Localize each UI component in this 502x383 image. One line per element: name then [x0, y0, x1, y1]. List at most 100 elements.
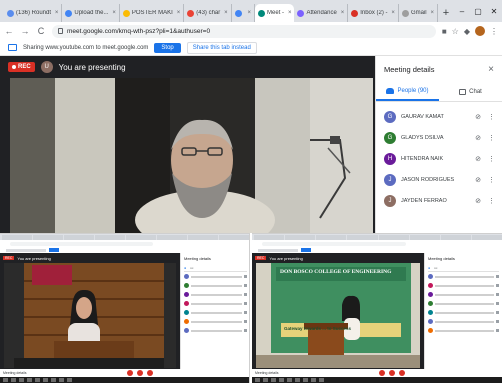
meeting-details-panel: Meeting details × People (90) Chat G GAUR… [375, 56, 502, 233]
browser-tab[interactable]: Inbox (2) - × [348, 4, 399, 22]
chat-icon [459, 88, 467, 95]
participant-avatar: G [384, 110, 396, 123]
college-banner-text: DON BOSCO COLLEGE OF ENGINEERING [280, 269, 392, 275]
extension-icon[interactable]: ◆ [464, 27, 470, 36]
tab-favicon-icon [351, 9, 359, 17]
participant-name: JAYDEN FERRAO [401, 197, 447, 204]
tab-favicon-icon [258, 9, 266, 17]
participant-row[interactable]: J JAYDEN FERRAO ⊘ ⋮ [376, 190, 502, 211]
mini-address-bar [0, 240, 249, 247]
reload-icon[interactable]: C [36, 26, 46, 36]
tab-title: POSTER MAKI [131, 10, 173, 16]
mini-recording-badge: REC [255, 256, 267, 260]
speaker-video-frame [10, 78, 373, 233]
mini-meet-header: REC You are presenting [0, 253, 180, 263]
mini-meet-stage: REC You are presenting DON BOSCO COLLEGE… [252, 253, 424, 370]
mini-address-bar [252, 240, 502, 247]
maximize-icon[interactable]: ▢ [470, 7, 486, 16]
tab-favicon-icon [65, 9, 73, 17]
participant-row[interactable]: H HITENDRA NAIK ⊘ ⋮ [376, 148, 502, 169]
mini-mic-icon[interactable] [127, 370, 134, 376]
tab-close-icon[interactable]: × [177, 10, 181, 16]
browser-tab[interactable]: × [231, 4, 256, 22]
star-icon[interactable]: ☆ [452, 27, 459, 36]
participant-name: GAURAV KAMAT [401, 113, 444, 120]
more-options-icon[interactable]: ⋮ [488, 113, 495, 121]
screen-share-icon [8, 44, 17, 51]
tab-favicon-icon [234, 9, 242, 17]
mic-off-icon: ⊘ [475, 134, 481, 142]
mini-taskbar-left [0, 377, 249, 383]
more-options-icon[interactable]: ⋮ [488, 176, 495, 184]
tab-people-label: People (90) [397, 87, 429, 94]
tab-close-icon[interactable]: × [288, 10, 292, 16]
mini-camera-icon[interactable] [147, 370, 154, 376]
college-stage-video [256, 263, 420, 368]
close-window-icon[interactable]: ✕ [486, 7, 502, 16]
tab-close-icon[interactable]: × [430, 10, 434, 16]
browser-tab[interactable]: Gmail × [398, 4, 438, 22]
mini-end-call-icon[interactable] [137, 370, 144, 376]
new-tab-button[interactable]: + [438, 4, 454, 22]
tab-title: (136) Roundt [16, 10, 52, 16]
mini-video-right: DON BOSCO COLLEGE OF ENGINEERING Gateway… [256, 263, 420, 368]
more-options-icon[interactable]: ⋮ [488, 197, 495, 205]
browser-tab[interactable]: (43) char × [184, 4, 232, 22]
camera-icon[interactable]: ■ [442, 27, 447, 36]
share-this-tab-button[interactable]: Share this tab instead [186, 41, 257, 54]
meet-header: REC U You are presenting [0, 56, 375, 78]
tab-close-icon[interactable]: × [55, 10, 59, 16]
menu-icon[interactable]: ⋮ [490, 27, 498, 36]
browser-tab[interactable]: Attendance × [294, 4, 349, 22]
tab-close-icon[interactable]: × [391, 10, 395, 16]
window-controls: – ▢ ✕ [454, 0, 502, 22]
tab-chat-label: Chat [469, 88, 482, 95]
bottom-right-screenshot: REC You are presenting DON BOSCO COLLEGE… [252, 233, 502, 383]
tab-title: Meet - [267, 10, 285, 16]
mini-mic-icon[interactable] [379, 370, 386, 376]
profile-avatar[interactable] [475, 26, 485, 36]
more-options-icon[interactable]: ⋮ [488, 134, 495, 142]
mini-meeting-bar-left: Meeting details [0, 369, 249, 377]
panel-title: Meeting details [384, 64, 435, 74]
browser-tab[interactable]: Upload the... × [62, 4, 120, 22]
mic-off-icon: ⊘ [475, 113, 481, 121]
mini-camera-icon[interactable] [399, 370, 406, 376]
tab-people[interactable]: People (90) [376, 82, 439, 101]
tab-close-icon[interactable]: × [248, 10, 252, 16]
address-bar[interactable]: meet.google.com/kmq-wth-psz?pli=1&authus… [52, 24, 436, 38]
mini-panel-title: Meeting details [184, 256, 211, 261]
participant-row[interactable]: J JASON RODRIGUES ⊘ ⋮ [376, 169, 502, 190]
browser-tabstrip: (136) Roundt × Upload the... × POSTER MAKI ×(… [0, 0, 502, 22]
lock-icon [58, 28, 63, 34]
browser-tab[interactable]: Meet - × [255, 4, 295, 22]
record-dot-icon [12, 65, 16, 69]
tab-favicon-icon [187, 9, 195, 17]
presentation-video [10, 78, 373, 233]
tab-close-icon[interactable]: × [112, 10, 116, 16]
mini-end-call-icon[interactable] [389, 370, 396, 376]
college-banner-subtext: Gateway towards ... to Success [284, 326, 352, 331]
participant-avatar: G [384, 131, 396, 144]
tab-close-icon[interactable]: × [224, 10, 228, 16]
share-message: Sharing www.youtube.com to meet.google.c… [23, 44, 149, 51]
stop-sharing-button[interactable]: Stop [154, 42, 181, 53]
mini-video-left [4, 263, 176, 368]
speaker-woman-video [4, 263, 176, 368]
mini-panel-tabs: ● ▭ [184, 264, 247, 272]
mini-taskbar-right [252, 377, 502, 383]
browser-tab[interactable]: (136) Roundt × [4, 4, 63, 22]
close-icon[interactable]: × [488, 64, 494, 75]
more-options-icon[interactable]: ⋮ [488, 155, 495, 163]
back-icon[interactable]: ← [4, 26, 14, 36]
minimize-icon[interactable]: – [454, 7, 470, 16]
tab-title: Attendance [306, 10, 337, 16]
participant-row[interactable]: G GAURAV KAMAT ⊘ ⋮ [376, 106, 502, 127]
tab-chat[interactable]: Chat [439, 82, 502, 101]
browser-tab[interactable]: POSTER MAKI × [119, 4, 185, 22]
tab-close-icon[interactable]: × [341, 10, 345, 16]
mic-off-icon: ⊘ [475, 155, 481, 163]
forward-icon[interactable]: → [20, 26, 30, 36]
participant-row[interactable]: G GLADYS DSILVA ⊘ ⋮ [376, 127, 502, 148]
tab-favicon-icon [401, 9, 409, 17]
